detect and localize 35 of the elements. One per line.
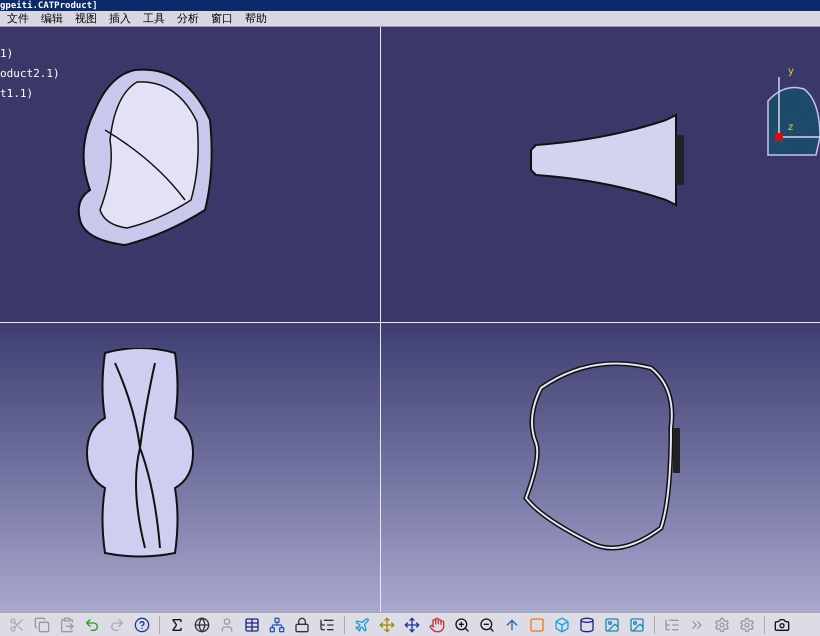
menu-item[interactable]: 工具 [143,12,165,26]
axis-label: z [788,123,794,133]
zoom-out-icon[interactable] [478,616,496,634]
gears-icon[interactable] [713,616,731,634]
tree-node-label[interactable]: oduct2.1) [0,67,60,81]
pan-icon[interactable] [378,616,396,634]
menu-item[interactable]: 帮助 [245,12,267,26]
move-icon[interactable] [403,616,421,634]
menu-item[interactable]: 文件 [7,12,29,26]
square-icon[interactable] [528,616,546,634]
menu-item[interactable]: 分析 [177,12,199,26]
gears-icon[interactable] [738,616,756,634]
axis-label: y [788,67,794,77]
tree-node-label[interactable]: 1) [0,47,60,61]
tree-node-label[interactable]: t1.1) [0,87,60,101]
picture-icon[interactable] [628,616,646,634]
table-icon[interactable] [243,616,261,634]
scissors-icon[interactable] [8,616,26,634]
menu-item[interactable]: 视图 [75,12,97,26]
cylinder-icon[interactable] [578,616,596,634]
lock-icon[interactable] [293,616,311,634]
cube-icon[interactable] [553,616,571,634]
menu-item[interactable]: 窗口 [211,12,233,26]
window-title: gpeiti.CATProduct] [0,0,98,10]
hand-icon[interactable] [428,616,446,634]
globe-icon[interactable] [193,616,211,634]
paste-icon[interactable] [58,616,76,634]
zoom-in-icon[interactable] [453,616,471,634]
menu-item[interactable]: 编辑 [41,12,63,26]
picture-icon[interactable] [603,616,621,634]
tree-diagram-icon[interactable] [268,616,286,634]
menu-item[interactable]: 插入 [109,12,131,26]
copy-icon[interactable] [33,616,51,634]
plane-icon[interactable] [353,616,371,634]
help-icon[interactable] [133,616,151,634]
